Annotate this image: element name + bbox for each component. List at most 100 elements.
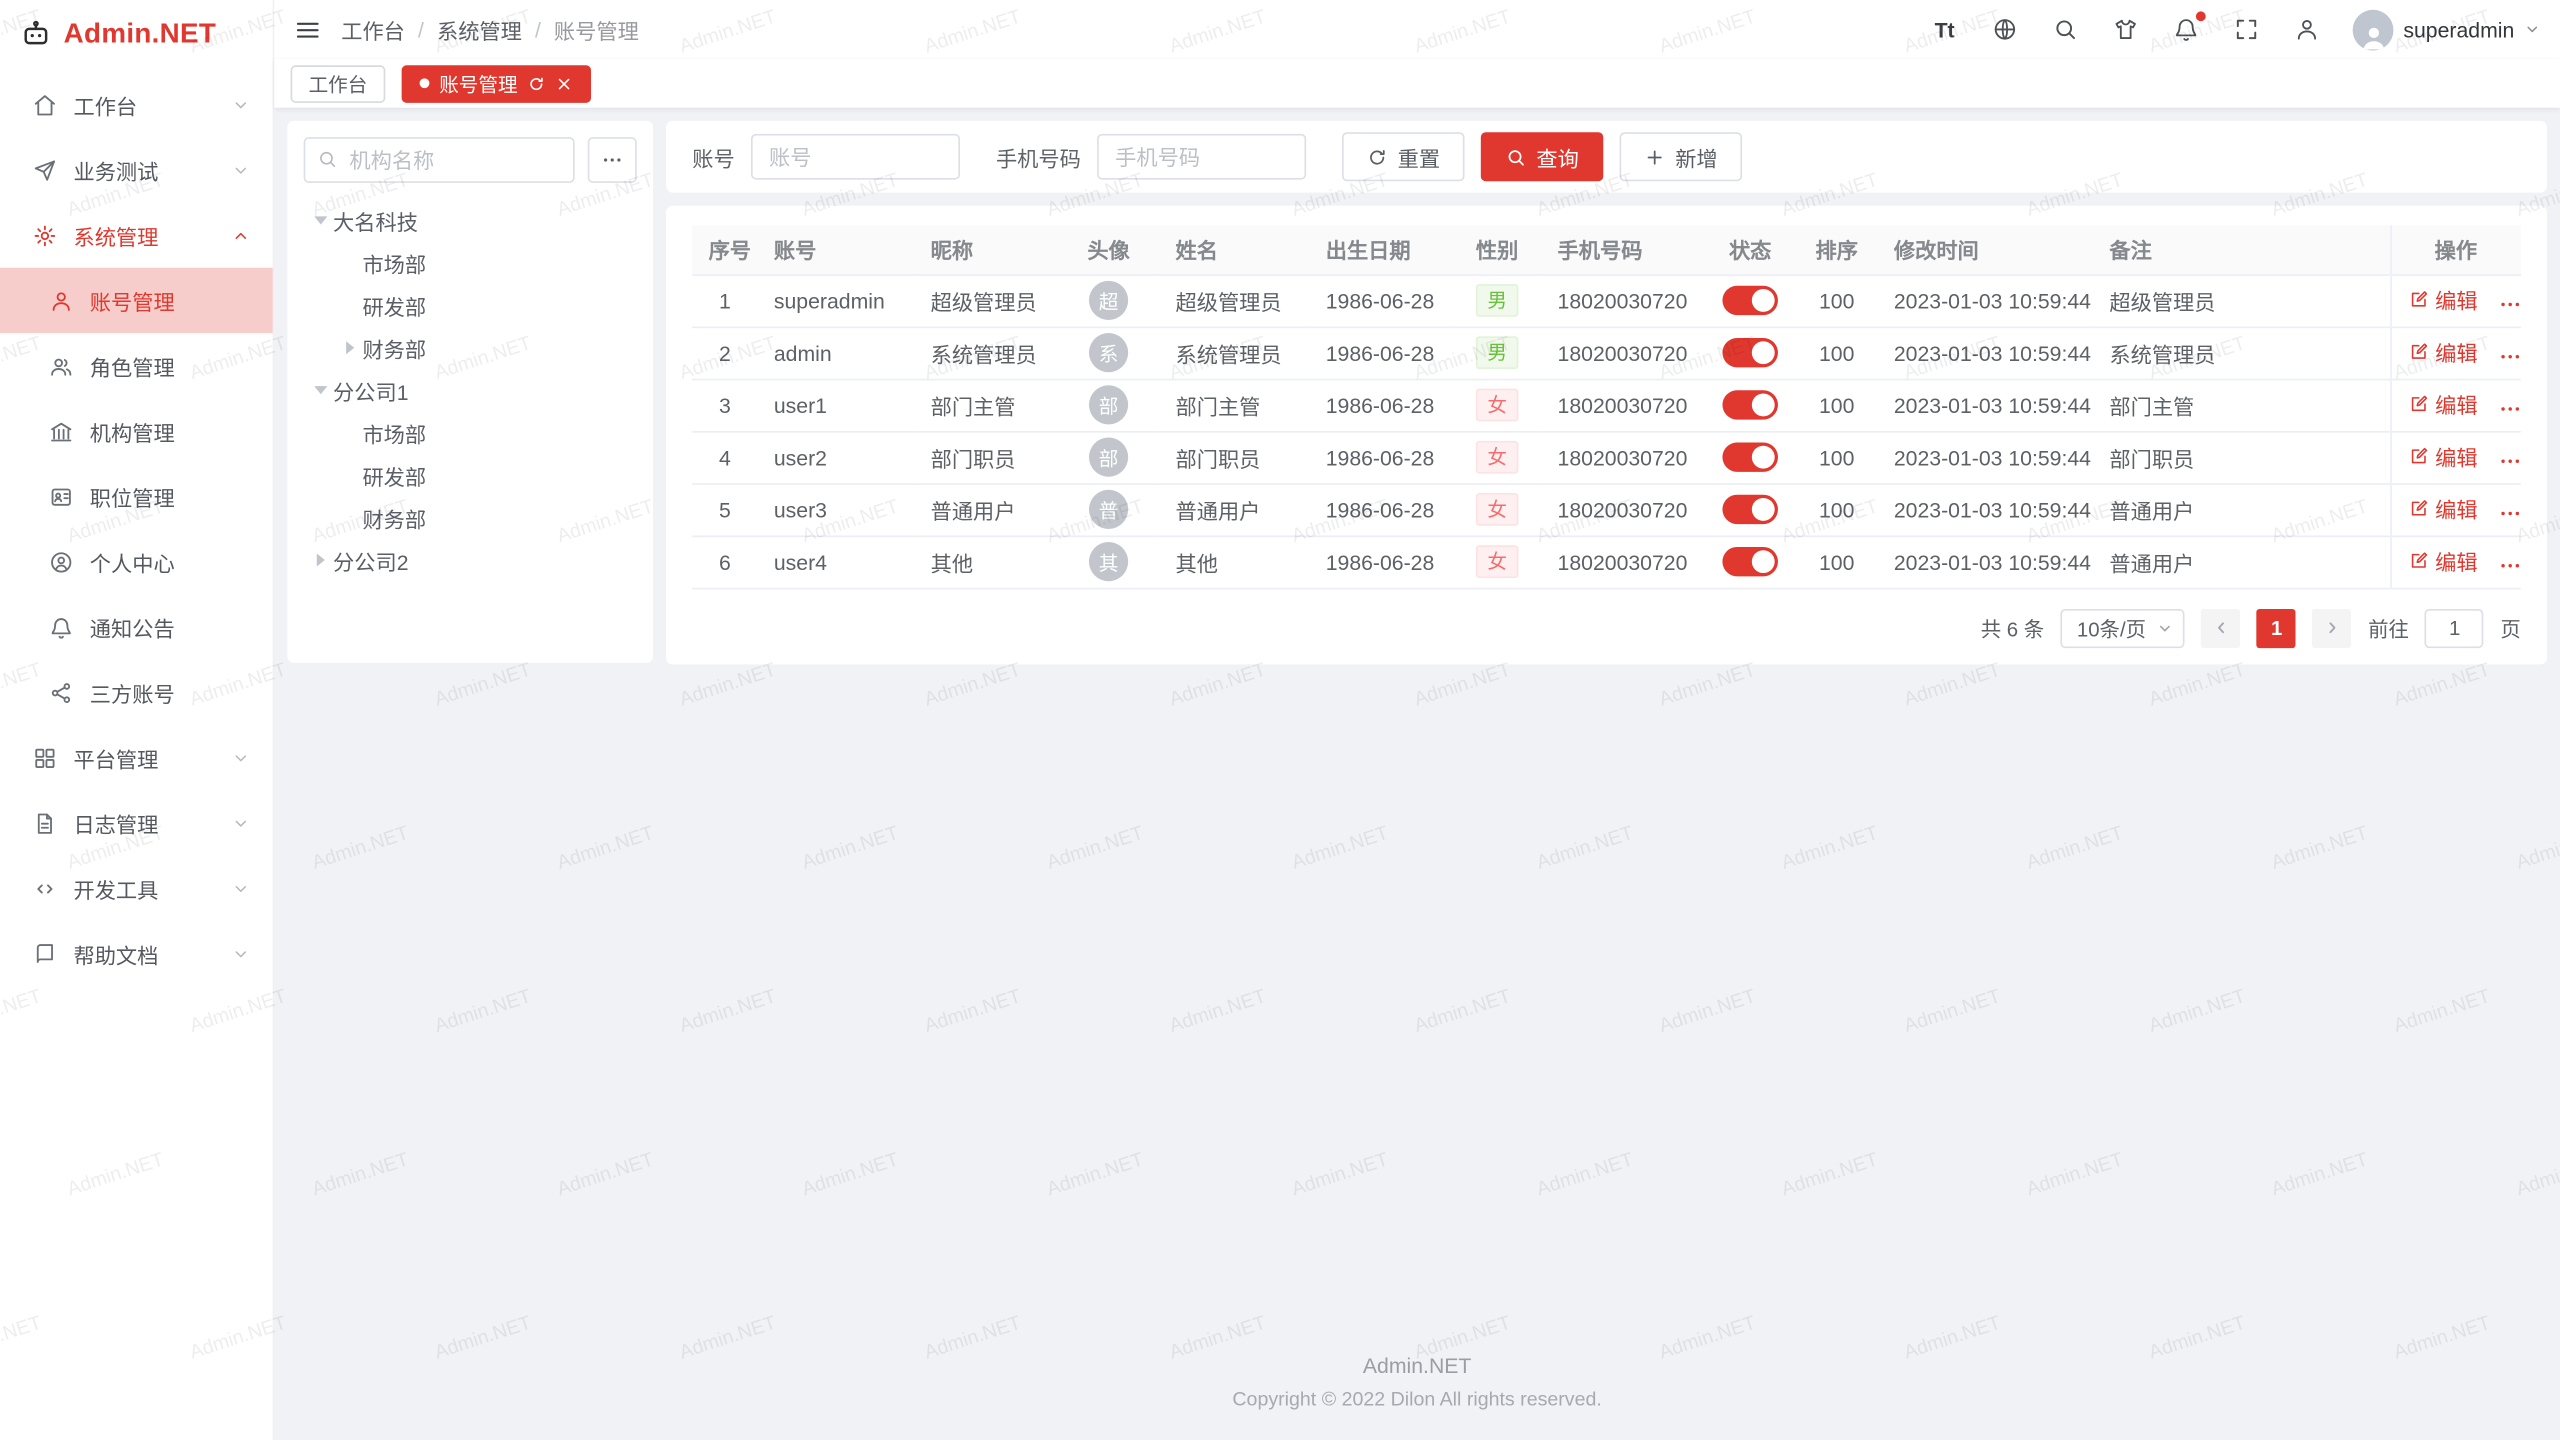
breadcrumb-current: 账号管理 xyxy=(554,14,639,45)
cell-birthday: 1986-06-28 xyxy=(1309,431,1453,483)
status-toggle[interactable] xyxy=(1722,442,1778,471)
goto-page-input[interactable] xyxy=(2425,608,2484,647)
sidebar-item-dev-tools[interactable]: 开发工具 xyxy=(0,856,273,921)
edit-button[interactable]: 编辑 xyxy=(2407,545,2477,576)
tree-node[interactable]: 财务部 xyxy=(300,327,640,369)
more-actions-button[interactable] xyxy=(2497,501,2521,525)
hamburger-menu-icon[interactable] xyxy=(294,16,322,44)
tree-node[interactable]: 分公司2 xyxy=(300,539,640,581)
user-menu[interactable]: superadmin xyxy=(2353,9,2541,50)
sidebar-item-system-management[interactable]: 系统管理 xyxy=(0,202,273,267)
page-size-select[interactable]: 10条/页 xyxy=(2061,608,2186,647)
edit-label: 编辑 xyxy=(2435,336,2477,367)
language-globe-icon[interactable] xyxy=(1990,15,2019,44)
caret-collapsed-icon[interactable] xyxy=(336,335,362,361)
tree-node[interactable]: 研发部 xyxy=(300,284,640,326)
sidebar-item-business-test[interactable]: 业务测试 xyxy=(0,137,273,202)
tree-node[interactable]: 研发部 xyxy=(300,454,640,496)
account-input[interactable] xyxy=(751,134,960,180)
tree-more-button[interactable] xyxy=(588,137,637,183)
cell-nickname: 普通用户 xyxy=(914,483,1058,535)
add-button[interactable]: 新增 xyxy=(1620,132,1742,181)
breadcrumb-separator: / xyxy=(535,17,541,41)
pagination: 共 6 条 10条/页 1 前往 页 xyxy=(692,608,2521,647)
cell-birthday: 1986-06-28 xyxy=(1309,327,1453,379)
cell-account: user1 xyxy=(758,379,915,431)
sidebar-item-help-docs[interactable]: 帮助文档 xyxy=(0,921,273,986)
home-icon xyxy=(33,92,57,116)
share-nodes-icon xyxy=(49,680,73,704)
prev-page-button[interactable] xyxy=(2202,608,2241,647)
tree-node[interactable]: 市场部 xyxy=(300,411,640,453)
status-toggle[interactable] xyxy=(1722,286,1778,315)
sidebar-item-account-management[interactable]: 账号管理 xyxy=(0,268,273,333)
logo[interactable]: Admin.NET xyxy=(0,0,273,69)
tree-node-label: 财务部 xyxy=(362,502,426,533)
breadcrumb-item[interactable]: 工作台 xyxy=(341,14,405,45)
sidebar-item-notice[interactable]: 通知公告 xyxy=(0,594,273,659)
more-actions-button[interactable] xyxy=(2497,449,2521,473)
tree-node-label: 市场部 xyxy=(362,417,426,448)
caret-expanded-icon[interactable] xyxy=(307,377,333,403)
tree-node[interactable]: 财务部 xyxy=(300,496,640,538)
caret-expanded-icon[interactable] xyxy=(307,207,333,233)
tree-node[interactable]: 分公司1 xyxy=(300,369,640,411)
sex-tag: 女 xyxy=(1476,441,1518,474)
more-dots-icon xyxy=(2497,345,2521,369)
goto-label: 前往 xyxy=(2368,612,2409,643)
bank-icon xyxy=(49,419,73,443)
more-actions-button[interactable] xyxy=(2497,345,2521,369)
sidebar-item-log-management[interactable]: 日志管理 xyxy=(0,790,273,855)
close-icon[interactable] xyxy=(555,74,573,92)
search-icon[interactable] xyxy=(2051,15,2080,44)
sidebar-item-personal-center[interactable]: 个人中心 xyxy=(0,529,273,594)
edit-button[interactable]: 编辑 xyxy=(2407,336,2477,367)
user-icon[interactable] xyxy=(2292,15,2321,44)
status-toggle[interactable] xyxy=(1722,338,1778,367)
chevron-down-icon xyxy=(232,96,250,114)
sidebar-item-label: 机构管理 xyxy=(90,416,175,447)
chevron-down-icon xyxy=(232,749,250,767)
sidebar-item-third-party-account[interactable]: 三方账号 xyxy=(0,660,273,725)
more-actions-button[interactable] xyxy=(2497,397,2521,421)
search-button[interactable]: 查询 xyxy=(1481,132,1603,181)
phone-input[interactable] xyxy=(1097,134,1306,180)
code-icon xyxy=(33,876,57,900)
sidebar-item-workbench[interactable]: 工作台 xyxy=(0,72,273,137)
edit-button[interactable]: 编辑 xyxy=(2407,493,2477,524)
breadcrumb-item[interactable]: 系统管理 xyxy=(437,14,522,45)
font-size-icon[interactable]: Tt xyxy=(1930,15,1959,44)
tree-node[interactable]: 市场部 xyxy=(300,242,640,284)
cell-modified-time: 2023-01-03 10:59:44 xyxy=(1878,483,2094,535)
cell-remark: 普通用户 xyxy=(2093,483,2390,535)
org-search-input[interactable] xyxy=(304,137,575,183)
more-actions-button[interactable] xyxy=(2497,554,2521,578)
sidebar-item-role-management[interactable]: 角色管理 xyxy=(0,333,273,398)
sidebar-item-org-management[interactable]: 机构管理 xyxy=(0,398,273,463)
cell-remark: 部门主管 xyxy=(2093,379,2390,431)
sidebar-item-platform-management[interactable]: 平台管理 xyxy=(0,725,273,790)
current-page-button[interactable]: 1 xyxy=(2257,608,2296,647)
next-page-button[interactable] xyxy=(2313,608,2352,647)
notification-bell-icon[interactable] xyxy=(2172,15,2201,44)
cell-order: 100 xyxy=(1796,536,1878,588)
fullscreen-icon[interactable] xyxy=(2232,15,2261,44)
status-toggle[interactable] xyxy=(1722,547,1778,576)
more-actions-button[interactable] xyxy=(2497,292,2521,316)
theme-skin-icon[interactable] xyxy=(2111,15,2140,44)
tree-node[interactable]: 大名科技 xyxy=(300,199,640,241)
caret-collapsed-icon[interactable] xyxy=(307,547,333,573)
edit-button[interactable]: 编辑 xyxy=(2407,441,2477,472)
edit-button[interactable]: 编辑 xyxy=(2407,389,2477,420)
sidebar-item-position-management[interactable]: 职位管理 xyxy=(0,464,273,529)
tab-account-management[interactable]: 账号管理 xyxy=(402,64,591,102)
status-toggle[interactable] xyxy=(1722,390,1778,419)
refresh-icon[interactable] xyxy=(527,74,545,92)
sidebar-item-label: 账号管理 xyxy=(90,285,175,316)
reset-button[interactable]: 重置 xyxy=(1342,132,1464,181)
status-toggle[interactable] xyxy=(1722,495,1778,524)
tab-workbench[interactable]: 工作台 xyxy=(291,64,386,102)
tab-label: 工作台 xyxy=(309,69,368,97)
cell-order: 100 xyxy=(1796,274,1878,326)
edit-button[interactable]: 编辑 xyxy=(2407,284,2477,315)
